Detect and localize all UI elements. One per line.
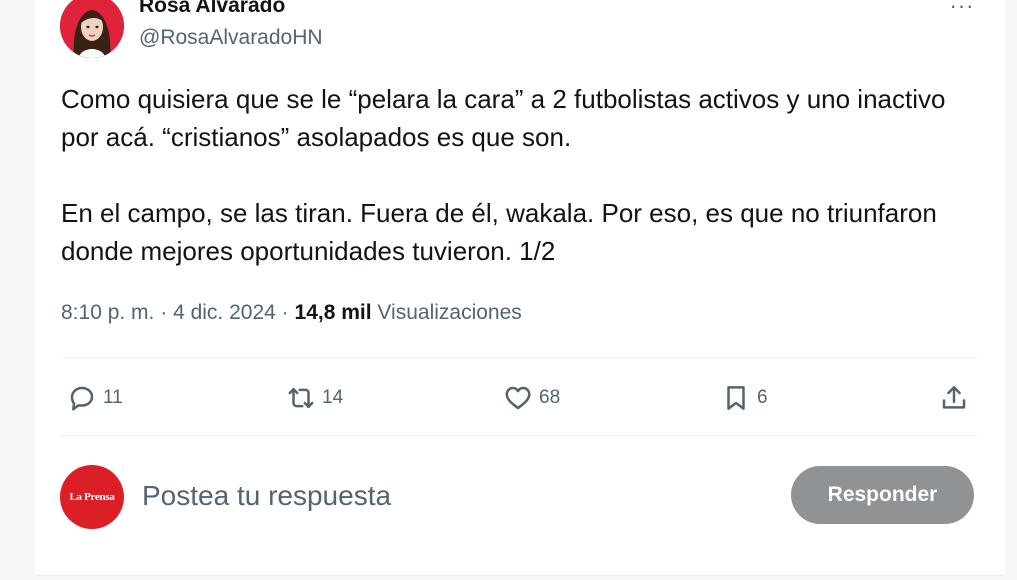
retweet-button[interactable]: 14: [286, 376, 343, 420]
meta-separator: ·: [160, 301, 168, 324]
divider: [61, 435, 978, 436]
reply-button[interactable]: 11: [67, 376, 123, 420]
meta-separator: ·: [281, 301, 289, 324]
bookmark-button[interactable]: 6: [721, 376, 768, 420]
tweet-date[interactable]: 4 dic. 2024: [173, 301, 276, 324]
tweet-time[interactable]: 8:10 p. m.: [61, 301, 154, 324]
views-label: Visualizaciones: [377, 301, 522, 324]
like-count: 68: [539, 387, 561, 408]
tweet-text: Como quisiera que se le “pelara la cara”…: [61, 80, 971, 270]
tweet-paragraph: Como quisiera que se le “pelara la cara”…: [61, 84, 946, 152]
tweet-paragraph: En el campo, se las tiran. Fuera de él, …: [61, 198, 937, 266]
divider: [61, 357, 978, 358]
reply-avatar[interactable]: La Prensa: [60, 465, 124, 529]
reply-submit-button[interactable]: Responder: [791, 466, 974, 524]
retweet-count: 14: [322, 387, 344, 408]
reply-avatar-logo-text: La Prensa: [69, 491, 115, 503]
reply-icon: [70, 386, 94, 411]
action-bar: 11 14 68 6: [61, 376, 978, 420]
views-count: 14,8 mil: [294, 301, 372, 324]
bookmark-count: 6: [757, 387, 768, 408]
bookmark-icon: [727, 386, 745, 410]
share-icon: [942, 386, 966, 409]
share-button[interactable]: [939, 376, 969, 420]
tweet-meta: 8:10 p. m. · 4 dic. 2024 · 14,8 mil Visu…: [61, 301, 522, 325]
author-handle[interactable]: @RosaAlvaradoHN: [139, 26, 323, 50]
retweet-icon: [288, 388, 314, 408]
like-button[interactable]: 68: [503, 376, 560, 420]
like-icon: [505, 386, 531, 410]
author-name[interactable]: Rosa Alvarado: [139, 0, 285, 18]
more-icon[interactable]: ···: [944, 0, 980, 24]
reply-count: 11: [103, 387, 123, 408]
reply-input[interactable]: [140, 470, 764, 522]
